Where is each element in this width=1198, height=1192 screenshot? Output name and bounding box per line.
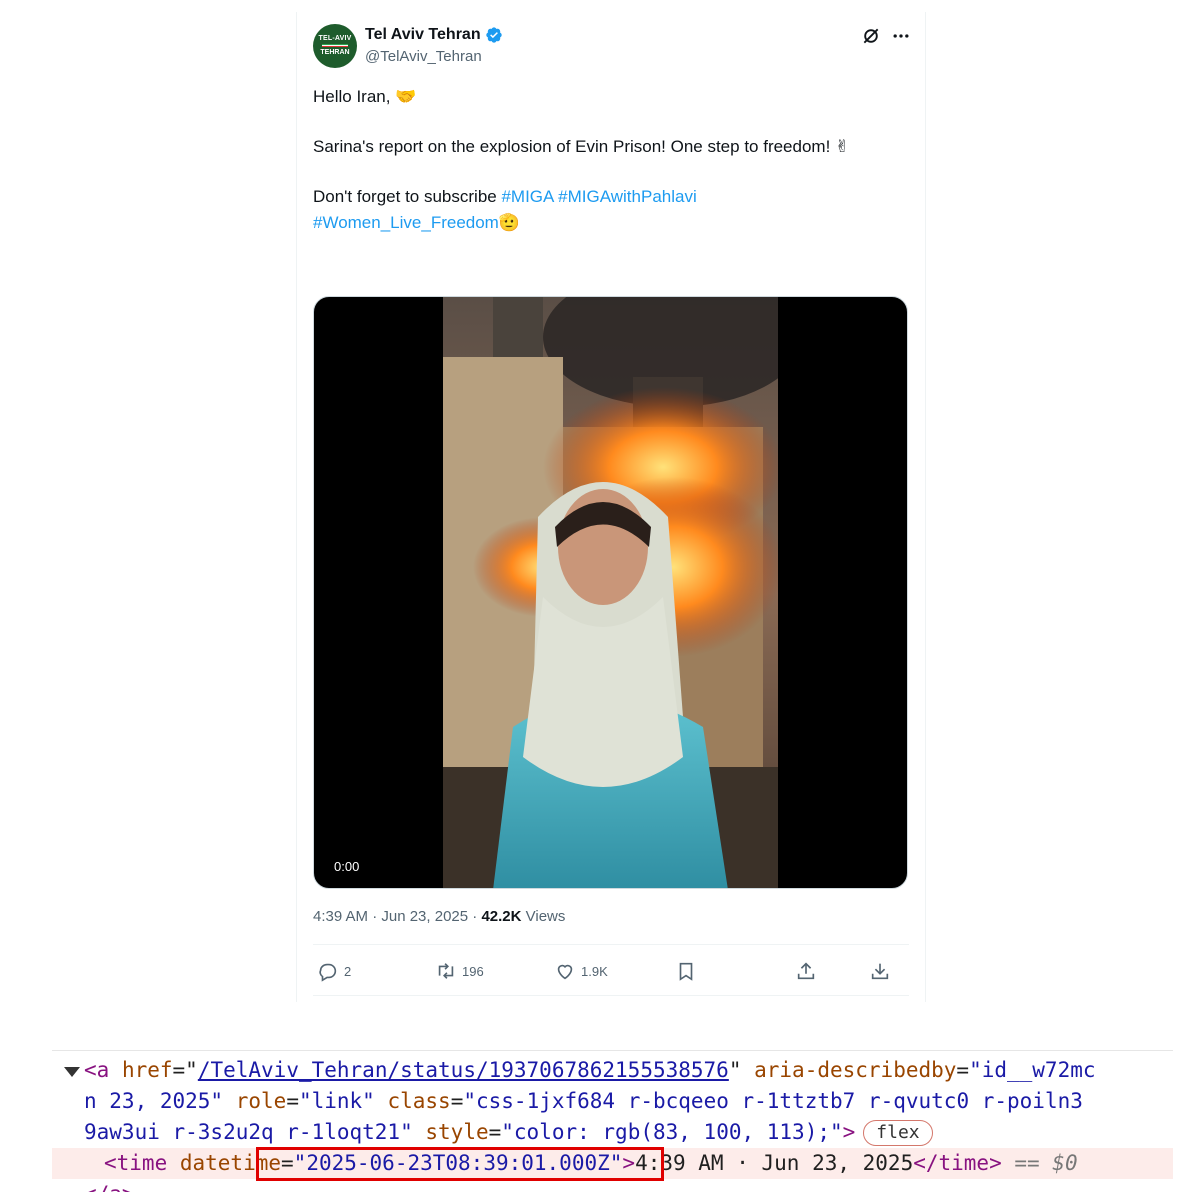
dom-style-value: "color: rgb(83, 100, 113);"	[501, 1120, 843, 1144]
handshake-emoji: 🤝	[395, 87, 417, 107]
bookmark-icon	[679, 962, 693, 981]
repost-icon	[438, 963, 454, 979]
video-time: 0:00	[334, 859, 360, 874]
dom-aria-value-cont: n 23, 2025"	[84, 1089, 224, 1113]
verified-badge-icon	[485, 27, 502, 43]
download-icon	[871, 963, 889, 980]
avatar-flag-stripe	[322, 44, 348, 47]
like-icon	[557, 964, 573, 980]
divider	[313, 944, 909, 945]
download-button[interactable]	[869, 960, 891, 982]
dom-aria-value: "id__w72mc	[969, 1058, 1096, 1082]
tweet-line-3-text: Don't forget to subscribe	[313, 187, 502, 206]
dom-attr-role: role	[235, 1089, 287, 1113]
reply-count: 2	[344, 963, 352, 979]
dom-role-value: "link"	[298, 1089, 375, 1113]
dom-selected-marker: == $0	[1001, 1151, 1078, 1175]
dom-href-value[interactable]: /TelAviv_Tehran/status/19370678621555385…	[198, 1058, 729, 1082]
like-button[interactable]: 1.9K	[554, 960, 608, 982]
share-icon	[797, 962, 815, 980]
divider	[313, 995, 909, 996]
tweet-text: Hello Iran, 🤝 Sarina's report on the exp…	[313, 84, 913, 236]
grok-icon[interactable]	[861, 26, 881, 46]
tweet-line-3: Don't forget to subscribe #MIGA #MIGAwit…	[313, 184, 913, 210]
views-label: Views	[521, 908, 566, 925]
tweet-actions-bar: 2 196 1.9K	[313, 956, 909, 990]
author-handle[interactable]: @TelAviv_Tehran	[365, 48, 482, 65]
tweet-line-1-text: Hello Iran,	[313, 87, 391, 106]
dom-time-text: 4:39 AM · Jun 23, 2025	[635, 1151, 914, 1175]
flex-badge[interactable]: flex	[863, 1120, 933, 1146]
dom-tag-a-close: </a>	[84, 1179, 135, 1192]
dom-attr-aria: aria-describedby	[754, 1058, 957, 1082]
tweet-line-1: Hello Iran, 🤝	[313, 84, 913, 110]
dom-class-value: "css-1jxf684 r-bcqeeo r-1ttztb7 r-qvutc0…	[463, 1089, 1083, 1113]
dom-line-anchor-open[interactable]: <a href="/TelAviv_Tehran/status/19370678…	[52, 1055, 1173, 1086]
avatar-text-bottom: TEHRAN	[320, 49, 350, 56]
collapse-triangle-icon[interactable]	[64, 1067, 80, 1077]
author-name-row: Tel Aviv Tehran	[365, 26, 503, 44]
avatar-text-top: TEL-AVIV	[318, 35, 352, 42]
victory-hand-emoji: ✌	[835, 137, 850, 157]
tweet-timestamp[interactable]: 4:39 AM · Jun 23, 2025 ·	[313, 908, 481, 925]
more-icon[interactable]	[891, 26, 911, 46]
highlight-box	[256, 1147, 664, 1181]
dom-tag-close: >	[842, 1120, 856, 1144]
dom-tag-a: <a	[84, 1058, 122, 1082]
share-button[interactable]	[795, 960, 817, 982]
dom-class-value-cont: 9aw3ui r-3s2u2q r-1loqt21"	[84, 1120, 413, 1144]
views-count: 42.2K	[481, 908, 522, 925]
repost-button[interactable]: 196	[435, 960, 484, 982]
dom-line-anchor-attrs[interactable]: n 23, 2025" role="link" class="css-1jxf6…	[52, 1086, 1173, 1117]
reply-button[interactable]: 2	[317, 960, 351, 982]
reply-icon	[319, 963, 337, 982]
saluting-face-emoji: 🫡	[498, 213, 521, 233]
avatar[interactable]: TEL-AVIV TEHRAN	[313, 24, 357, 68]
tweet-line-2-text: Sarina's report on the explosion of Evin…	[313, 137, 831, 156]
dom-attr-style: style	[425, 1120, 489, 1144]
video-thumbnail-image	[443, 297, 778, 888]
tweet-meta: 4:39 AM · Jun 23, 2025 · 42.2K Views	[313, 908, 565, 925]
dom-tag-time-close: </time>	[913, 1151, 1002, 1175]
hashtag-women-live-freedom[interactable]: #Women_Live_Freedom	[313, 213, 499, 232]
tweet-line-2: Sarina's report on the explosion of Evin…	[313, 134, 913, 160]
video-player[interactable]: 0:00	[313, 296, 908, 889]
bookmark-button[interactable]	[675, 960, 697, 982]
dom-attr-class: class	[387, 1089, 451, 1113]
tweet-card: TEL-AVIV TEHRAN Tel Aviv Tehran @TelAviv…	[296, 12, 926, 1002]
dom-tag-time: <time	[104, 1151, 180, 1175]
tweet-line-4: #Women_Live_Freedom🫡	[313, 210, 913, 236]
dom-attr-href: href	[121, 1058, 173, 1082]
video-frame	[443, 297, 778, 888]
hashtag-miga[interactable]: #MIGA	[501, 187, 553, 206]
like-count: 1.9K	[581, 963, 608, 979]
tweet-top-actions	[861, 26, 911, 46]
repost-count: 196	[462, 963, 484, 979]
dom-line-anchor-style[interactable]: 9aw3ui r-3s2u2q r-1loqt21" style="color:…	[52, 1117, 1173, 1148]
display-name[interactable]: Tel Aviv Tehran	[365, 26, 481, 44]
hashtag-migawithpahlavi[interactable]: #MIGAwithPahlavi	[558, 187, 697, 206]
